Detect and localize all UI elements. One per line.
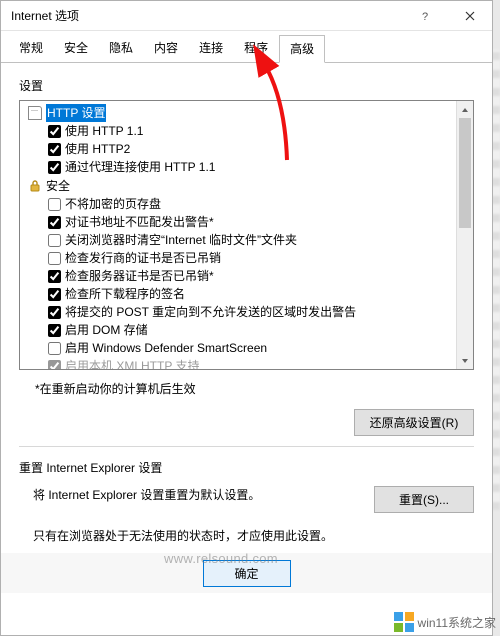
setting-label: 使用 HTTP 1.1 bbox=[65, 122, 143, 140]
tab-programs[interactable]: 程序 bbox=[234, 35, 278, 63]
tab-content-area: 设置 HTTP 设置 使用 HTTP 1.1 使用 HTTP2 通过代理连接使 bbox=[1, 63, 492, 554]
tab-connections[interactable]: 连接 bbox=[189, 35, 233, 63]
tab-content[interactable]: 内容 bbox=[144, 35, 188, 63]
internet-options-dialog: Internet 选项 ? 常规 安全 隐私 内容 连接 程序 高级 设置 HT… bbox=[0, 0, 493, 636]
scroll-up-button[interactable] bbox=[457, 101, 473, 118]
setting-item[interactable]: 通过代理连接使用 HTTP 1.1 bbox=[28, 158, 473, 176]
setting-item[interactable]: 将提交的 POST 重定向到不允许发送的区域时发出警告 bbox=[28, 303, 473, 321]
watermark-url: www.relsound.com bbox=[164, 551, 278, 566]
divider bbox=[19, 446, 474, 447]
settings-tree-inner: HTTP 设置 使用 HTTP 1.1 使用 HTTP2 通过代理连接使用 HT… bbox=[20, 101, 473, 370]
setting-item[interactable]: 对证书地址不匹配发出警告* bbox=[28, 213, 473, 231]
checkbox[interactable] bbox=[48, 161, 61, 174]
titlebar: Internet 选项 ? bbox=[1, 1, 492, 31]
checkbox[interactable] bbox=[48, 216, 61, 229]
reset-description: 将 Internet Explorer 设置重置为默认设置。 bbox=[33, 486, 260, 503]
lock-icon bbox=[28, 179, 42, 193]
settings-tree[interactable]: HTTP 设置 使用 HTTP 1.1 使用 HTTP2 通过代理连接使用 HT… bbox=[19, 100, 474, 370]
restore-advanced-button[interactable]: 还原高级设置(R) bbox=[354, 409, 474, 436]
setting-label: 将提交的 POST 重定向到不允许发送的区域时发出警告 bbox=[65, 303, 356, 321]
page-icon bbox=[28, 106, 42, 120]
setting-item[interactable]: 启用本机 XMLHTTP 支持 bbox=[28, 357, 473, 370]
setting-label: 对证书地址不匹配发出警告* bbox=[65, 213, 214, 231]
reset-section-label: 重置 Internet Explorer 设置 bbox=[19, 459, 474, 476]
watermark-logo-icon bbox=[394, 612, 414, 632]
vertical-scrollbar[interactable] bbox=[456, 101, 473, 369]
setting-item[interactable]: 使用 HTTP2 bbox=[28, 140, 473, 158]
checkbox[interactable] bbox=[48, 306, 61, 319]
checkbox[interactable] bbox=[48, 324, 61, 337]
checkbox[interactable] bbox=[48, 125, 61, 138]
scroll-thumb[interactable] bbox=[459, 118, 471, 228]
setting-item[interactable]: 启用 DOM 存储 bbox=[28, 321, 473, 339]
setting-item[interactable]: 不将加密的页存盘 bbox=[28, 195, 473, 213]
category-http[interactable]: HTTP 设置 bbox=[28, 104, 473, 122]
setting-item[interactable]: 检查所下载程序的签名 bbox=[28, 285, 473, 303]
checkbox[interactable] bbox=[48, 270, 61, 283]
tab-general[interactable]: 常规 bbox=[9, 35, 53, 63]
setting-item[interactable]: 检查发行商的证书是否已吊销 bbox=[28, 249, 473, 267]
setting-label: 检查所下载程序的签名 bbox=[65, 285, 185, 303]
setting-item[interactable]: 使用 HTTP 1.1 bbox=[28, 122, 473, 140]
setting-label: 启用 Windows Defender SmartScreen bbox=[65, 339, 267, 357]
settings-group-label: 设置 bbox=[19, 77, 474, 94]
watermark: win11系统之家 bbox=[394, 612, 496, 632]
category-security[interactable]: 安全 bbox=[28, 177, 473, 195]
watermark-text: win11系统之家 bbox=[418, 614, 496, 631]
scroll-down-button[interactable] bbox=[457, 352, 473, 369]
category-label: HTTP 设置 bbox=[46, 104, 106, 122]
setting-label: 启用 DOM 存储 bbox=[65, 321, 148, 339]
checkbox[interactable] bbox=[48, 234, 61, 247]
svg-text:?: ? bbox=[422, 11, 428, 21]
checkbox[interactable] bbox=[48, 360, 61, 371]
setting-item[interactable]: 关闭浏览器时清空“Internet 临时文件”文件夹 bbox=[28, 231, 473, 249]
setting-label: 关闭浏览器时清空“Internet 临时文件”文件夹 bbox=[65, 231, 297, 249]
setting-label: 检查服务器证书是否已吊销* bbox=[65, 267, 214, 285]
setting-label: 检查发行商的证书是否已吊销 bbox=[65, 249, 221, 267]
window-title: Internet 选项 bbox=[11, 7, 79, 24]
tabstrip: 常规 安全 隐私 内容 连接 程序 高级 bbox=[1, 31, 492, 63]
tab-security[interactable]: 安全 bbox=[54, 35, 98, 63]
setting-label: 启用本机 XMLHTTP 支持 bbox=[65, 357, 199, 370]
help-button[interactable]: ? bbox=[402, 1, 447, 31]
setting-label: 使用 HTTP2 bbox=[65, 140, 130, 158]
checkbox[interactable] bbox=[48, 252, 61, 265]
checkbox[interactable] bbox=[48, 198, 61, 211]
category-label: 安全 bbox=[46, 177, 70, 195]
close-button[interactable] bbox=[447, 1, 492, 31]
checkbox[interactable] bbox=[48, 288, 61, 301]
setting-item[interactable]: 启用 Windows Defender SmartScreen bbox=[28, 339, 473, 357]
checkbox[interactable] bbox=[48, 342, 61, 355]
restart-footnote: *在重新启动你的计算机后生效 bbox=[35, 380, 474, 397]
checkbox[interactable] bbox=[48, 143, 61, 156]
setting-item[interactable]: 检查服务器证书是否已吊销* bbox=[28, 267, 473, 285]
reset-button[interactable]: 重置(S)... bbox=[374, 486, 474, 513]
scroll-track[interactable] bbox=[457, 118, 473, 352]
tab-privacy[interactable]: 隐私 bbox=[99, 35, 143, 63]
tab-advanced[interactable]: 高级 bbox=[279, 35, 325, 63]
setting-label: 通过代理连接使用 HTTP 1.1 bbox=[65, 158, 215, 176]
setting-label: 不将加密的页存盘 bbox=[65, 195, 161, 213]
reset-note: 只有在浏览器处于无法使用的状态时，才应使用此设置。 bbox=[33, 527, 474, 544]
